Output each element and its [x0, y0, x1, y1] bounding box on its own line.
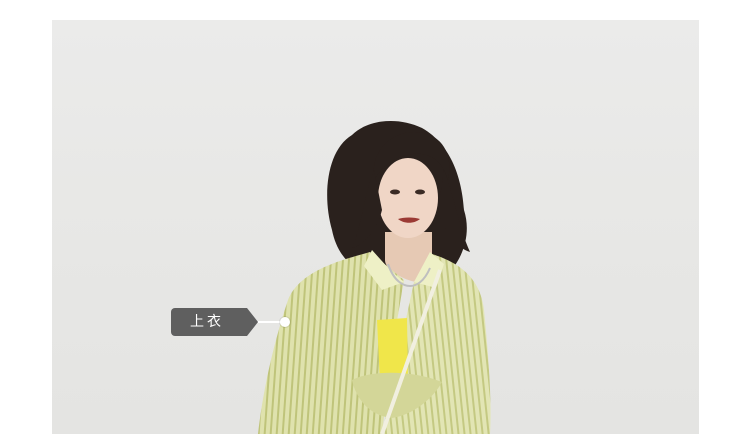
eye-right — [415, 189, 425, 195]
tag-label[interactable]: 上衣 — [171, 308, 247, 336]
product-photo — [52, 20, 699, 434]
page-frame: 上衣 — [0, 0, 750, 434]
eye-left — [390, 189, 400, 195]
hotspot-dot-icon[interactable] — [280, 317, 290, 327]
model-illustration — [258, 120, 491, 434]
tag-pointer — [247, 308, 258, 336]
tag-connector-line — [258, 321, 282, 323]
face — [378, 158, 438, 238]
